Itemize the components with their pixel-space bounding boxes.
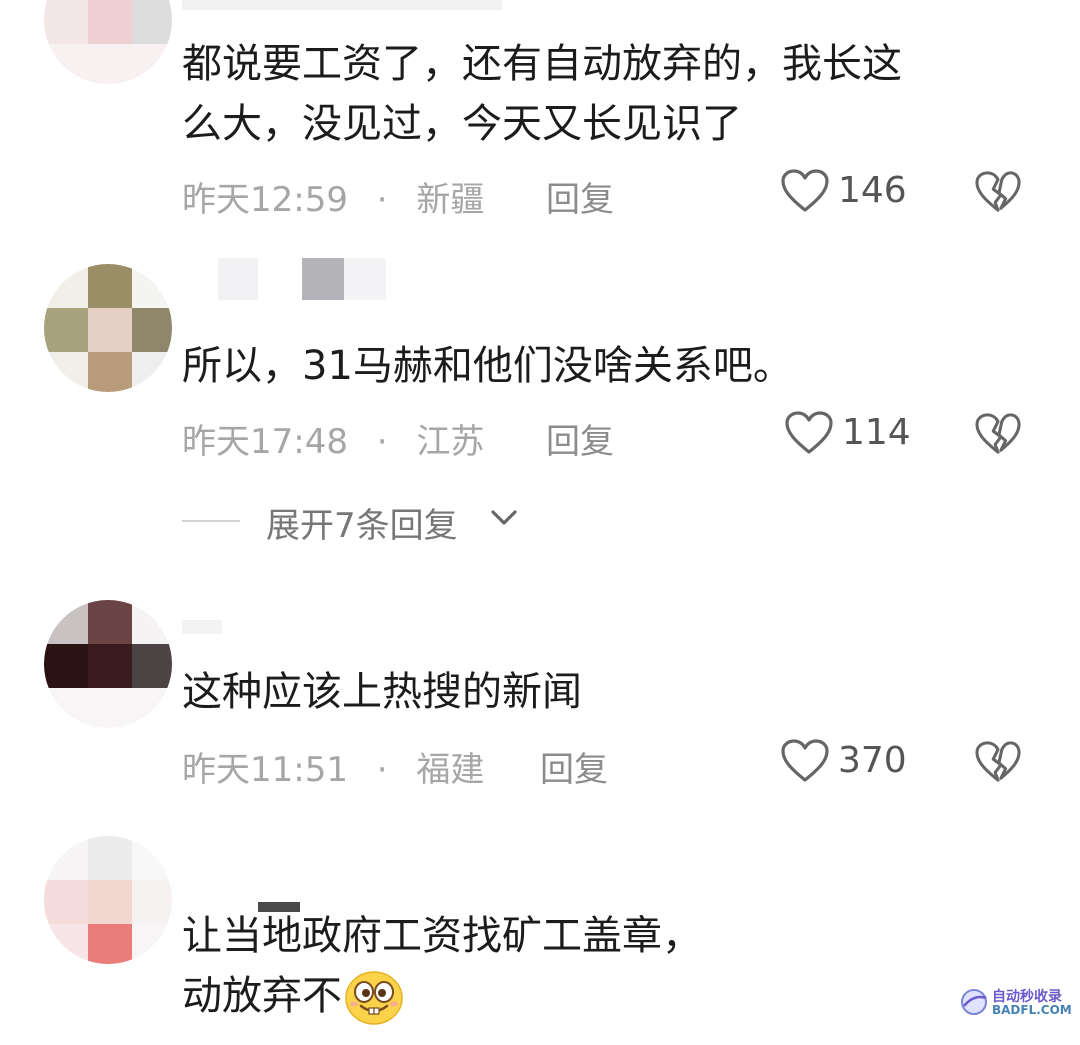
comment-text-line: 让当地政府工资找矿工盖章， [182,913,702,959]
comment-text-line: 这种应该上热搜的新闻 [182,669,582,715]
avatar[interactable] [44,836,172,964]
comment-text: 所以，31马赫和他们没啥关系吧。 [182,336,1022,396]
heart-outline-icon [781,169,829,212]
comment-time: 昨天12:59 [182,180,348,220]
expand-divider [182,520,240,522]
comment-location: 江苏 [416,422,485,462]
watermark-url: BADFL.COM [992,1003,1072,1017]
comment-text: 都说要工资了，还有自动放弃的，我长这 么大，没见过，今天又长见识了 [182,34,1022,154]
avatar[interactable] [44,264,172,392]
reply-button[interactable]: 回复 [546,414,614,463]
heart-outline-icon [785,411,833,454]
broken-heart-icon[interactable] [974,412,1022,456]
username-redacted [182,0,502,10]
comment-time: 昨天17:48 [182,422,348,462]
watermark-logo-icon [961,989,987,1015]
broken-heart-icon[interactable] [974,170,1022,214]
comment-text-line: 所以，31马赫和他们没啥关系吧。 [182,343,793,389]
comment-location: 新疆 [416,180,485,220]
username-redacted [344,258,386,300]
username-redacted [218,258,258,300]
avatar[interactable] [44,600,172,728]
comment-meta: 昨天17:48 · 江苏 [182,414,484,463]
avatar[interactable] [44,0,172,84]
meta-separator: · [376,750,388,790]
expand-replies-label: 展开7条回复 [266,506,458,546]
comment-time: 昨天11:51 [182,750,348,790]
like-count: 146 [838,170,907,211]
reply-button[interactable]: 回复 [546,172,614,221]
username-redacted [182,620,222,634]
username-redacted [302,258,344,300]
comment-text: 这种应该上热搜的新闻 [182,662,1022,722]
like-count: 370 [838,740,907,781]
comment-text: 让当地政府工资找矿工盖章， 动放弃不 [182,906,1022,1026]
like-count: 114 [842,412,911,453]
meta-separator: · [376,180,388,220]
comment-text-fragment: 动放弃不 [182,973,342,1019]
heart-outline-icon [781,739,829,782]
comment-location: 福建 [416,750,485,790]
comment-meta: 昨天12:59 · 新疆 [182,172,484,221]
broken-heart-icon[interactable] [974,740,1022,784]
comment-text-line: 都说要工资了，还有自动放弃的，我长这 [182,41,902,87]
comment-meta: 昨天11:51 · 福建 [182,742,484,791]
comment-text-line: 动放弃不 [182,966,1022,1026]
meta-separator: · [376,422,388,462]
comment-text-line: 么大，没见过，今天又长见识了 [182,101,742,147]
grinning-emoji-icon [345,971,403,1025]
chevron-down-icon [491,510,517,525]
reply-button[interactable]: 回复 [540,742,608,791]
